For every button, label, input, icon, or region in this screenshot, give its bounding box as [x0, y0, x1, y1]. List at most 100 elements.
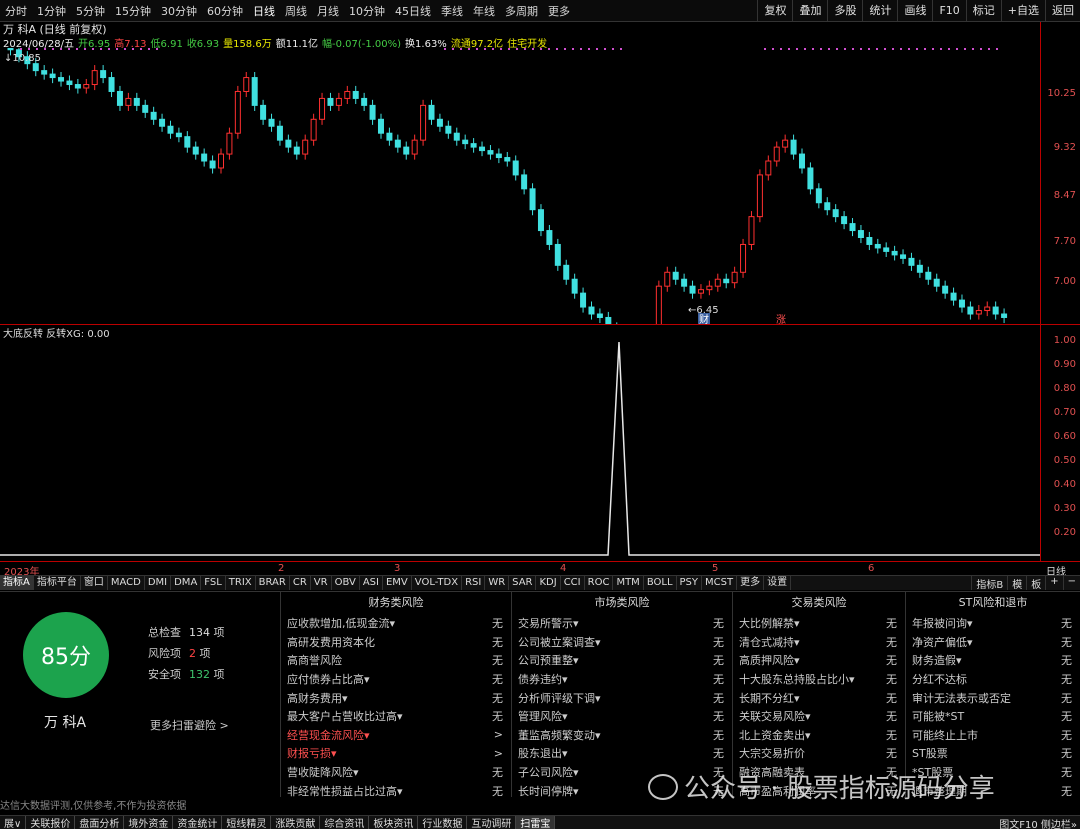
indicator-tab[interactable]: KDJ: [536, 576, 561, 590]
period-tab[interactable]: 年线: [468, 3, 500, 19]
indicator-tab[interactable]: BRAR: [256, 576, 290, 590]
period-tab[interactable]: 更多: [543, 3, 575, 19]
risk-row[interactable]: 公司预重整▾ 无: [512, 651, 732, 670]
indicator-tab[interactable]: DMA: [171, 576, 202, 590]
indicator-tab[interactable]: WR: [485, 576, 510, 590]
indicator-tab[interactable]: 指标A: [0, 576, 34, 590]
indicator-tab[interactable]: CCI: [561, 576, 585, 590]
period-tab[interactable]: 5分钟: [71, 3, 110, 19]
indicator-chart[interactable]: [0, 339, 1040, 561]
period-tab[interactable]: 30分钟: [156, 3, 202, 19]
indicator-tab[interactable]: RSI: [462, 576, 486, 590]
risk-row[interactable]: 审计无法表示或否定 无: [906, 688, 1080, 707]
candlestick-chart[interactable]: ↓10.85←6.45财涨: [0, 48, 1040, 325]
indicator-tab[interactable]: EMV: [383, 576, 412, 590]
toolbar-button[interactable]: 返回: [1045, 0, 1080, 21]
indicator-tab[interactable]: CR: [290, 576, 311, 590]
risk-row[interactable]: 关联交易风险▾ 无: [733, 707, 905, 726]
risk-row[interactable]: 可能终止上市 无: [906, 726, 1080, 745]
indicator-tab[interactable]: 窗口: [81, 576, 108, 590]
indicator-tab[interactable]: 设置: [764, 576, 792, 590]
risk-row[interactable]: 财务造假▾ 无: [906, 651, 1080, 670]
bottom-tab[interactable]: 涨跌贡献: [271, 816, 321, 829]
indicator-tab[interactable]: MTM: [613, 576, 644, 590]
bottom-tab[interactable]: 行业数据: [418, 816, 468, 829]
risk-row[interactable]: 可能被*ST 无: [906, 707, 1080, 726]
risk-row[interactable]: 年报被问询▾ 无: [906, 614, 1080, 633]
period-tab[interactable]: 季线: [436, 3, 468, 19]
risk-row[interactable]: 债券违约▾ 无: [512, 670, 732, 689]
toolbar-button[interactable]: 标记: [965, 0, 1001, 21]
toolbar-button[interactable]: 画线: [897, 0, 932, 21]
bottom-tab[interactable]: 资金统计: [173, 816, 223, 829]
indicator-tab[interactable]: DMI: [145, 576, 172, 590]
toolbar-button[interactable]: F10: [932, 0, 965, 21]
risk-row[interactable]: 高财务费用▾ 无: [281, 688, 511, 707]
risk-row[interactable]: 董监高频繁变动▾ 无: [512, 726, 732, 745]
risk-row[interactable]: 分析师评级下调▾ 无: [512, 688, 732, 707]
indicator-tab[interactable]: SAR: [509, 576, 537, 590]
indicator-tab[interactable]: FSL: [201, 576, 226, 590]
indicator-tab[interactable]: OBV: [332, 576, 360, 590]
risk-row[interactable]: 高质押风险▾ 无: [733, 651, 905, 670]
risk-row[interactable]: 高商誉风险 无: [281, 651, 511, 670]
indicator-tab[interactable]: ROC: [585, 576, 614, 590]
tab-right-button[interactable]: +: [1045, 576, 1062, 590]
period-tab[interactable]: 周线: [280, 3, 312, 19]
bottom-tab[interactable]: 展∨: [0, 816, 27, 829]
risk-row[interactable]: ST股票 无: [906, 744, 1080, 763]
risk-row[interactable]: 净资产偏低▾ 无: [906, 633, 1080, 652]
bottom-tab[interactable]: 短线精灵: [222, 816, 272, 829]
period-tab[interactable]: 多周期: [500, 3, 543, 19]
risk-row[interactable]: 应付债券占比高▾ 无: [281, 670, 511, 689]
bottom-tab[interactable]: 互动调研: [467, 816, 517, 829]
risk-row[interactable]: 高研发费用资本化 无: [281, 633, 511, 652]
toolbar-button[interactable]: +自选: [1000, 0, 1045, 21]
indicator-tab[interactable]: BOLL: [644, 576, 677, 590]
toolbar-button[interactable]: 统计: [862, 0, 897, 21]
toolbar-button[interactable]: 复权: [757, 0, 792, 21]
period-tab[interactable]: 60分钟: [202, 3, 248, 19]
risk-row[interactable]: 股东退出▾ 无: [512, 744, 732, 763]
period-tab[interactable]: 分时: [0, 3, 32, 19]
toolbar-button[interactable]: 多股: [827, 0, 862, 21]
risk-row[interactable]: 北上资金卖出▾ 无: [733, 726, 905, 745]
period-tab[interactable]: 1分钟: [32, 3, 71, 19]
indicator-tab[interactable]: TRIX: [226, 576, 256, 590]
risk-row[interactable]: 最大客户占营收比过高▾ 无: [281, 707, 511, 726]
bottom-tab[interactable]: 综合资讯: [320, 816, 370, 829]
risk-row[interactable]: 公司被立案调查▾ 无: [512, 633, 732, 652]
tab-right-button[interactable]: 指标B: [971, 576, 1007, 590]
risk-row[interactable]: 长期不分红▾ 无: [733, 688, 905, 707]
indicator-tab[interactable]: 更多: [737, 576, 765, 590]
indicator-tab[interactable]: VOL-TDX: [412, 576, 463, 590]
tab-right-button[interactable]: 模: [1007, 576, 1026, 590]
period-tab[interactable]: 45日线: [390, 3, 436, 19]
more-scan-link[interactable]: 更多扫雷避险 >: [150, 717, 229, 733]
risk-row[interactable]: 营收陡降风险▾ 无: [281, 763, 511, 782]
indicator-tab[interactable]: PSY: [677, 576, 703, 590]
bottom-tab[interactable]: 境外资金: [124, 816, 174, 829]
bottom-tab[interactable]: 板块资讯: [369, 816, 419, 829]
period-tab[interactable]: 10分钟: [344, 3, 390, 19]
indicator-tab[interactable]: 指标平台: [34, 576, 81, 590]
tab-right-button[interactable]: 板: [1026, 576, 1045, 590]
risk-row[interactable]: 管理风险▾ 无: [512, 707, 732, 726]
bottom-tab[interactable]: 盘面分析: [75, 816, 125, 829]
risk-row[interactable]: 非经常性损益占比过高▾ 无: [281, 781, 511, 800]
risk-row[interactable]: 十大股东总持股占比小▾ 无: [733, 670, 905, 689]
indicator-tab[interactable]: MCST: [702, 576, 738, 590]
period-tab[interactable]: 15分钟: [110, 3, 156, 19]
indicator-tab[interactable]: MACD: [108, 576, 145, 590]
bottom-tab[interactable]: 关联报价: [26, 816, 76, 829]
risk-row[interactable]: 分红不达标 无: [906, 670, 1080, 689]
risk-row[interactable]: 清仓式减持▾ 无: [733, 633, 905, 652]
indicator-tab[interactable]: ASI: [360, 576, 383, 590]
risk-row[interactable]: 财报亏损▾ >: [281, 744, 511, 763]
bottom-tab[interactable]: 扫雷宝: [516, 816, 556, 829]
risk-row[interactable]: 交易所警示▾ 无: [512, 614, 732, 633]
bottom-right-buttons[interactable]: 图文F10 侧边栏»: [999, 816, 1080, 829]
period-tab[interactable]: 日线: [248, 3, 280, 19]
period-tab[interactable]: 月线: [312, 3, 344, 19]
risk-row[interactable]: 大宗交易折价 无: [733, 744, 905, 763]
